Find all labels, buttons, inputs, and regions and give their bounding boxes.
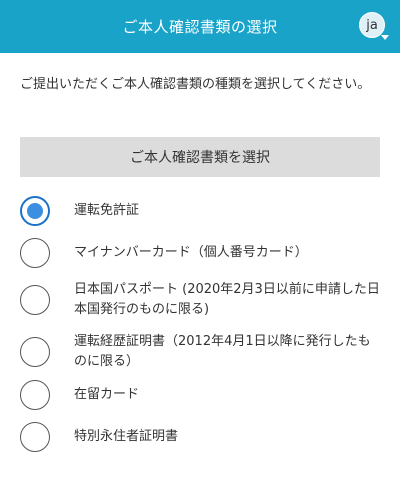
radio-button[interactable] [20, 196, 50, 226]
option-label: マイナンバーカード（個人番号カード） [74, 245, 308, 260]
page-title: ご本人確認書類の選択 [122, 18, 278, 36]
option-drivers-license[interactable]: 運転免許証 [20, 196, 380, 226]
option-label: 特別永住者証明書 [74, 429, 179, 444]
option-label: 運転免許証 [74, 203, 140, 218]
option-label: 運転経歴証明書（2012年4月1日以降に発行したものに限る） [74, 334, 371, 369]
radio-button[interactable] [20, 238, 50, 268]
radio-button[interactable] [20, 337, 50, 367]
app-header: ご本人確認書類の選択 ja [0, 0, 400, 53]
option-driving-history-certificate[interactable]: 運転経歴証明書（2012年4月1日以降に発行したものに限る） [20, 332, 380, 372]
option-residence-card[interactable]: 在留カード [20, 380, 380, 410]
instruction-text: ご提出いただくご本人確認書類の種類を選択してください。 [20, 77, 371, 92]
option-label: 日本国パスポート (2020年2月3日以前に申請した日本国発行のものに限る) [74, 282, 380, 317]
option-my-number-card[interactable]: マイナンバーカード（個人番号カード） [20, 238, 380, 268]
option-passport[interactable]: 日本国パスポート (2020年2月3日以前に申請した日本国発行のものに限る) [20, 280, 380, 320]
language-selector[interactable]: ja [359, 12, 389, 42]
document-type-options: 運転免許証 マイナンバーカード（個人番号カード） 日本国パスポート (2020年… [0, 196, 400, 452]
option-label: 在留カード [74, 387, 140, 402]
radio-selected-dot [27, 203, 43, 219]
caret-down-icon [381, 35, 389, 40]
radio-button[interactable] [20, 380, 50, 410]
radio-button[interactable] [20, 422, 50, 452]
option-special-permanent-resident-certificate[interactable]: 特別永住者証明書 [20, 422, 380, 452]
radio-button[interactable] [20, 285, 50, 315]
select-document-button[interactable]: ご本人確認書類を選択 [20, 137, 380, 177]
